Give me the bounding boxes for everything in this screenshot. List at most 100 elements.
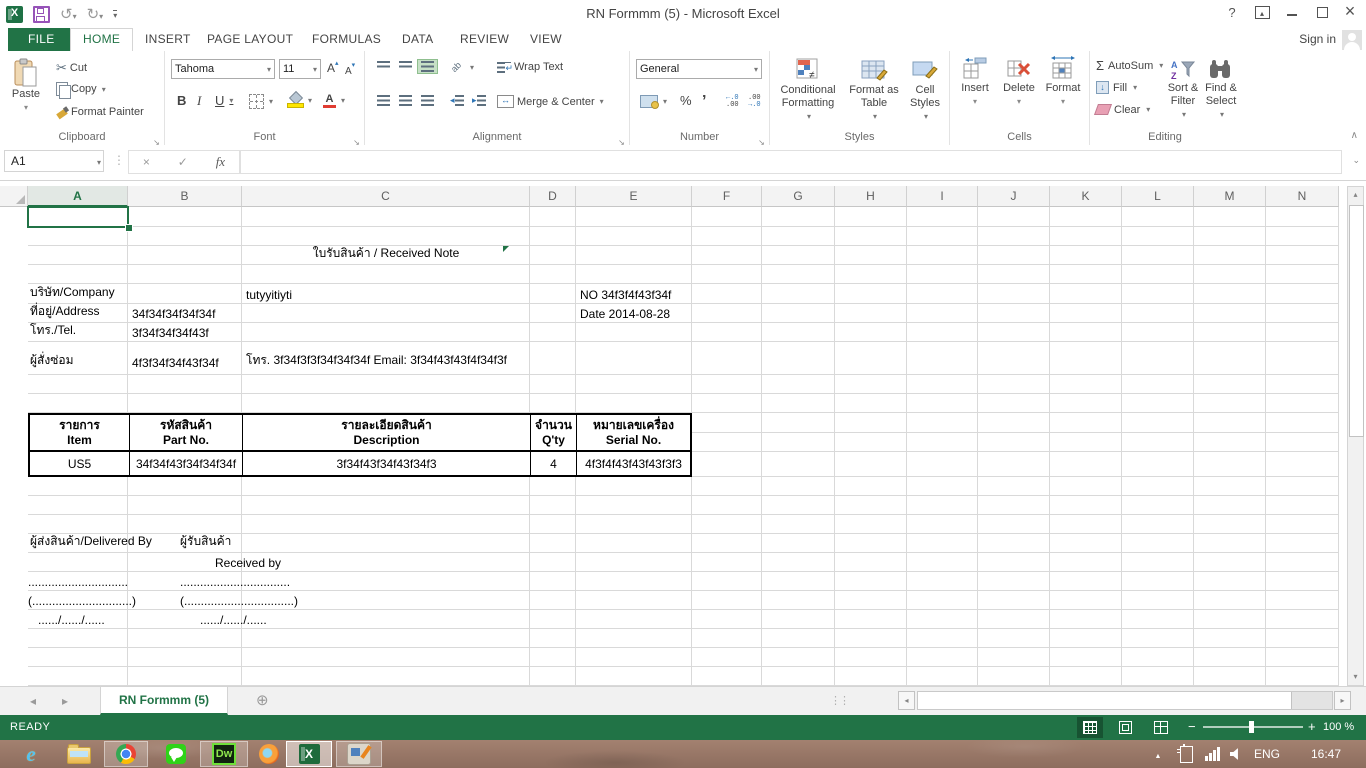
- bottom-align-button[interactable]: [417, 59, 438, 74]
- cell-sign-line-1[interactable]: ..............................: [28, 572, 128, 591]
- font-family-select[interactable]: Tahoma: [171, 59, 275, 79]
- cell-company-label[interactable]: บริษัท/Company: [30, 284, 115, 304]
- zoom-in-icon[interactable]: +: [1308, 719, 1316, 734]
- vertical-scroll-thumb[interactable]: [1349, 205, 1364, 437]
- tab-review[interactable]: REVIEW: [448, 28, 521, 51]
- grid-body[interactable]: ใบรับสินค้า / Received Note บริษัท/Compa…: [0, 206, 1340, 686]
- increase-font-size-button[interactable]: [327, 59, 339, 77]
- font-dialog-launcher[interactable]: [351, 132, 362, 143]
- cell-styles-button[interactable]: Cell Styles: [903, 53, 947, 123]
- column-header-D[interactable]: D: [530, 186, 576, 207]
- scroll-down-icon[interactable]: ▾: [1348, 669, 1363, 685]
- taskbar-ie-button[interactable]: [14, 741, 48, 767]
- tab-formulas[interactable]: FORMULAS: [300, 28, 393, 51]
- tab-splitter-handle[interactable]: ⋮⋮: [830, 694, 850, 707]
- column-header-B[interactable]: B: [128, 186, 242, 207]
- center-button[interactable]: [395, 93, 416, 108]
- middle-align-button[interactable]: [395, 59, 416, 72]
- active-cell-selection[interactable]: [27, 206, 129, 228]
- sheet-next-icon[interactable]: ▸: [62, 694, 68, 708]
- normal-view-button[interactable]: [1077, 717, 1103, 738]
- column-header-N[interactable]: N: [1266, 186, 1339, 207]
- column-header-A[interactable]: A: [28, 186, 128, 207]
- taskbar-dreamweaver-button[interactable]: Dw: [200, 741, 248, 767]
- cell-date-value[interactable]: Date 2014-08-28: [580, 304, 670, 323]
- cancel-icon[interactable]: ×: [143, 155, 150, 169]
- delete-dropdown-icon[interactable]: [1017, 95, 1021, 108]
- italic-button[interactable]: I: [193, 91, 205, 111]
- vertical-scrollbar[interactable]: ▴ ▾: [1347, 186, 1364, 686]
- comma-style-button[interactable]: [698, 91, 710, 113]
- wrap-text-button[interactable]: Wrap Text: [493, 59, 567, 75]
- restore-button[interactable]: [1308, 0, 1336, 24]
- select-all-button[interactable]: [0, 186, 28, 207]
- column-header-J[interactable]: J: [978, 186, 1050, 207]
- formula-bar-expand-icon[interactable]: [1352, 155, 1360, 166]
- volume-tray-button[interactable]: [1226, 740, 1246, 768]
- copy-button[interactable]: Copy: [52, 80, 110, 99]
- decrease-font-size-button[interactable]: [345, 61, 355, 79]
- scroll-up-icon[interactable]: ▴: [1348, 187, 1363, 203]
- tab-view[interactable]: VIEW: [518, 28, 574, 51]
- cell-qty[interactable]: 4: [531, 452, 577, 475]
- show-hidden-icons-button[interactable]: [1150, 740, 1166, 768]
- column-header-H[interactable]: H: [835, 186, 907, 207]
- clear-button[interactable]: Clear: [1093, 99, 1150, 120]
- language-indicator[interactable]: ENG: [1250, 740, 1284, 768]
- tab-data[interactable]: DATA: [390, 28, 445, 51]
- tab-file[interactable]: FILE: [8, 28, 75, 51]
- cell-sign-paren-1[interactable]: (..............................): [28, 591, 136, 610]
- cell-sign-paren-2[interactable]: (.................................): [180, 591, 298, 610]
- cell-tel-label[interactable]: โทร./Tel.: [30, 323, 76, 342]
- taskbar-chrome-button[interactable]: [104, 741, 148, 767]
- cell-orderer-contact[interactable]: โทร. 3f34f3f3f34f34f34f Email: 3f34f43f4…: [246, 342, 507, 372]
- paste-button[interactable]: Paste: [6, 55, 46, 114]
- taskbar-messenger-button[interactable]: [158, 741, 194, 767]
- sheet-tab[interactable]: RN Formmm (5): [100, 687, 229, 715]
- autosum-button[interactable]: AutoSum: [1096, 55, 1163, 76]
- enter-icon[interactable]: ✓: [178, 155, 188, 169]
- tab-home[interactable]: HOME: [70, 28, 134, 52]
- zoom-out-icon[interactable]: −: [1188, 719, 1196, 734]
- horizontal-scrollbar[interactable]: [917, 691, 1333, 710]
- clipboard-dialog-launcher[interactable]: [151, 132, 162, 143]
- column-header-G[interactable]: G: [762, 186, 835, 207]
- formula-bar-resize-handle[interactable]: ⋮: [113, 153, 125, 167]
- zoom-level[interactable]: 100 %: [1323, 721, 1354, 733]
- cell-no-value[interactable]: NO 34f3f4f43f34f: [580, 284, 671, 304]
- close-button[interactable]: [1336, 0, 1364, 24]
- column-header-L[interactable]: L: [1122, 186, 1194, 207]
- tab-page-layout[interactable]: PAGE LAYOUT: [195, 28, 305, 51]
- cell-tel-value[interactable]: 3f34f34f34f43f: [132, 323, 209, 342]
- align-right-button[interactable]: [417, 93, 438, 108]
- underline-button[interactable]: U: [211, 91, 237, 110]
- page-break-view-button[interactable]: [1148, 717, 1174, 738]
- cell-serial-no[interactable]: 4f3f4f43f43f43f3f3: [577, 452, 690, 475]
- clock[interactable]: 16:47: [1304, 740, 1348, 768]
- fill-color-button[interactable]: [283, 91, 316, 110]
- column-header-K[interactable]: K: [1050, 186, 1122, 207]
- number-dialog-launcher[interactable]: [756, 132, 767, 143]
- ribbon-display-options-button[interactable]: [1248, 0, 1276, 24]
- cell-description[interactable]: 3f34f43f34f43f34f3: [243, 452, 531, 475]
- collapse-ribbon-icon[interactable]: [1351, 130, 1358, 141]
- fill-button[interactable]: Fill: [1096, 77, 1137, 98]
- header-description[interactable]: รายละเอียดสินค้า Description: [243, 415, 531, 452]
- zoom-slider-thumb[interactable]: [1249, 721, 1254, 733]
- scroll-left-icon[interactable]: ◂: [898, 691, 915, 710]
- cell-received-by-en[interactable]: Received by: [215, 553, 281, 572]
- column-header-I[interactable]: I: [907, 186, 978, 207]
- cell-received-by-th[interactable]: ผู้รับสินค้า: [180, 534, 231, 553]
- delete-cells-button[interactable]: Delete: [998, 53, 1040, 108]
- tab-insert[interactable]: INSERT: [133, 28, 203, 51]
- format-cells-button[interactable]: Format: [1042, 53, 1084, 108]
- cell-orderer-label[interactable]: ผู้สั่งซ่อม: [30, 342, 73, 372]
- header-serial-no[interactable]: หมายเลขเครื่อง Serial No.: [577, 415, 690, 452]
- percent-style-button[interactable]: [676, 91, 696, 110]
- cell-delivered-by[interactable]: ผู้ส่งสินค้า/Delivered By: [30, 534, 152, 553]
- help-button[interactable]: ?: [1218, 0, 1246, 24]
- decrease-decimal-button[interactable]: [744, 93, 765, 111]
- form-table[interactable]: รายการ Item รหัสสินค้า Part No. รายละเอียด…: [28, 413, 692, 477]
- cell-item[interactable]: US5: [30, 452, 130, 475]
- conditional-formatting-button[interactable]: ≠ Conditional Formatting: [772, 53, 844, 123]
